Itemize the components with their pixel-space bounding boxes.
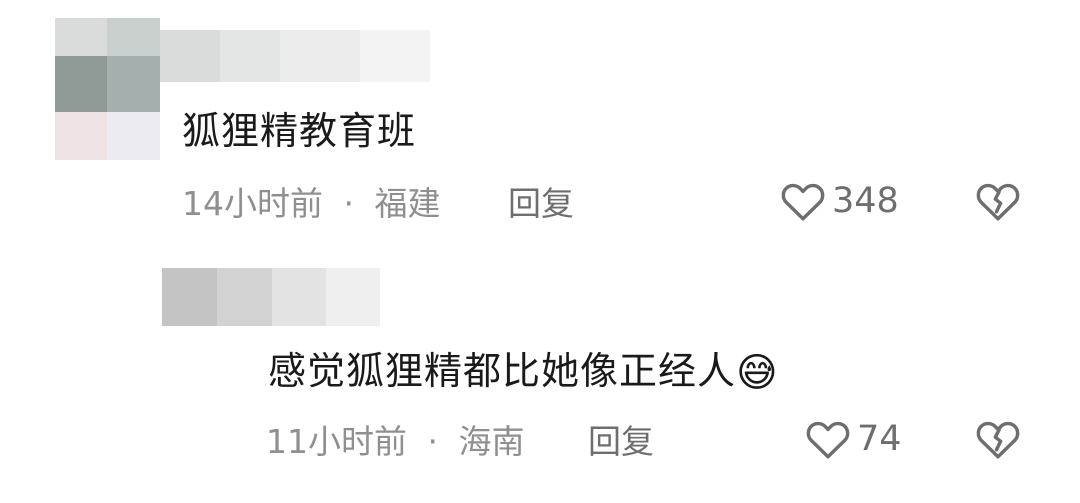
broken-heart-icon [976,183,1020,221]
comment-meta: 11小时前 · 海南 [266,425,525,458]
comment-time: 14小时前 [182,184,323,223]
reply-button[interactable]: 回复 [588,425,654,458]
dislike-button[interactable] [975,180,1021,226]
comment-time: 11小时前 [266,422,407,461]
avatar[interactable] [55,18,160,160]
comment-text: 狐狸精教育班 [182,109,417,153]
broken-heart-icon [976,421,1020,459]
reply-button[interactable]: 回复 [508,187,574,220]
meta-separator: · [427,422,439,461]
meta-separator: · [343,184,355,223]
comment-location: 海南 [458,422,525,461]
like-count: 348 [832,180,899,221]
like-button[interactable]: 348 [780,180,899,222]
grinning-sweat-emoji: 😅 [736,350,779,396]
heart-outline-icon [806,421,850,459]
like-count: 74 [857,418,902,459]
comment-location: 福建 [374,184,441,223]
heart-outline-icon [781,183,825,221]
username[interactable] [160,30,430,82]
like-button[interactable]: 74 [805,418,902,460]
comment-meta: 14小时前 · 福建 [182,187,441,220]
dislike-button[interactable] [975,418,1021,464]
comment-text: 感觉狐狸精都比她像正经人😅 [268,349,779,396]
avatar[interactable] [162,268,380,326]
